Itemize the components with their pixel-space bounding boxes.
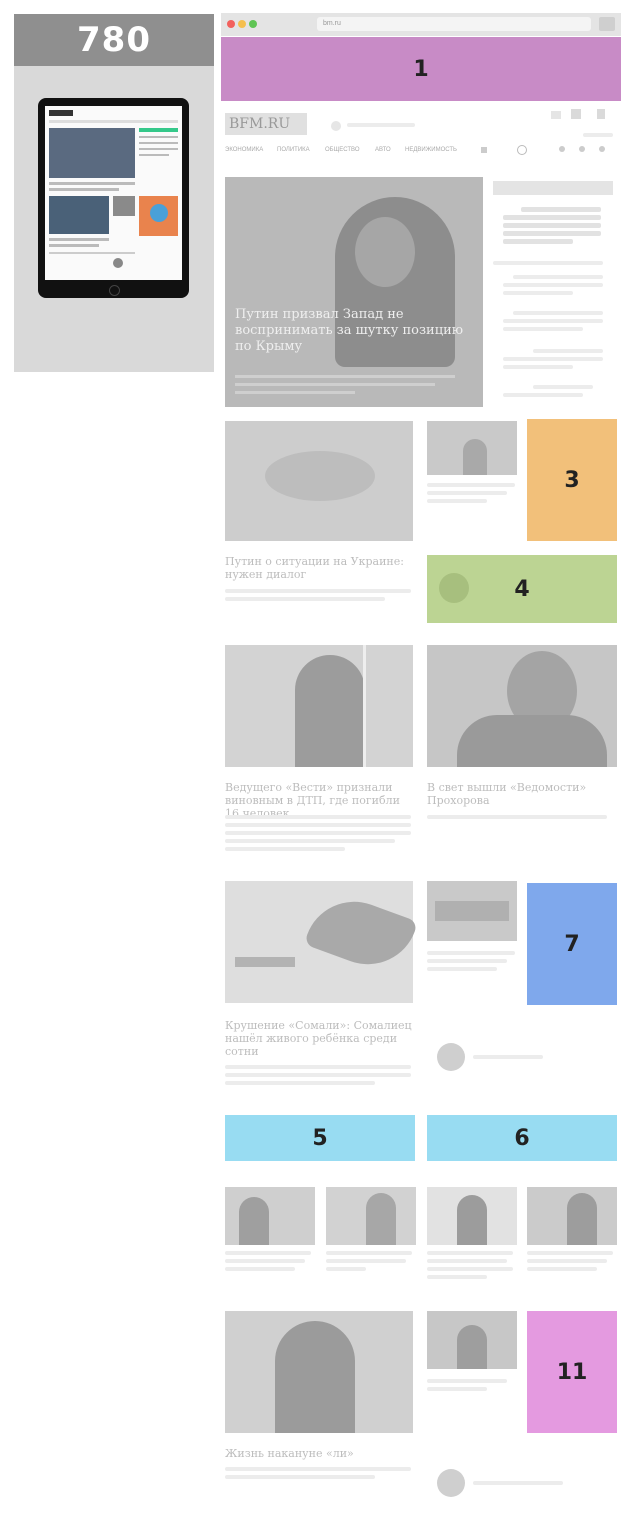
ad-slot-label: 5 — [312, 1125, 328, 1151]
article-image-4[interactable] — [427, 645, 617, 767]
zoom-window-button[interactable] — [249, 20, 257, 28]
article-title-6[interactable]: Жизнь накануне «ли» — [225, 1447, 413, 1460]
tablet-image-3 — [113, 196, 135, 216]
browser-window: bm.ru 1 BFM.RU ЭКОНОМИКА ПОЛИТИКА ОБЩЕСТ… — [221, 13, 621, 1519]
tablet-image-2 — [49, 196, 109, 234]
tablet-device — [38, 98, 189, 298]
breakpoint-width-label: 780 — [14, 14, 214, 66]
article-image-2[interactable] — [225, 421, 413, 541]
sidebar-header — [493, 181, 613, 195]
ad-slot-5[interactable]: 5 — [225, 1115, 415, 1161]
search-icon[interactable] — [517, 145, 527, 155]
author-avatar[interactable] — [437, 1043, 465, 1071]
main-nav: ЭКОНОМИКА ПОЛИТИКА ОБЩЕСТВО АВТО НЕДВИЖИ… — [225, 143, 617, 161]
search-box-icon[interactable] — [571, 109, 581, 119]
ad-slot-7[interactable]: 7 — [527, 883, 617, 1005]
article-image-5[interactable] — [225, 881, 419, 1003]
ad-slot-label: 1 — [413, 56, 429, 82]
nav-item-realty[interactable]: НЕДВИЖИМОСТЬ — [405, 147, 457, 153]
nav-item-politics[interactable]: ПОЛИТИКА — [277, 147, 310, 153]
tablet-nav — [49, 120, 178, 123]
twitter-icon[interactable] — [579, 146, 585, 152]
article-title-5[interactable]: Крушение «Сомали»: Сомалиец нашёл живого… — [225, 1019, 413, 1058]
article-image-2b[interactable] — [427, 421, 517, 475]
tablet-home-button — [109, 285, 120, 296]
article-image-6b[interactable] — [427, 1311, 517, 1369]
ad-slot-label: 6 — [514, 1125, 530, 1151]
tablet-logo — [49, 110, 73, 116]
ad-slot-6[interactable]: 6 — [427, 1115, 617, 1161]
browser-menu-button[interactable] — [599, 17, 615, 31]
nav-item-economy[interactable]: ЭКОНОМИКА — [225, 147, 263, 153]
ad-slot-1[interactable]: 1 — [221, 37, 621, 101]
hero-title[interactable]: Путин призвал Запад не воспринимать за ш… — [235, 307, 470, 355]
close-window-button[interactable] — [227, 20, 235, 28]
news-feed — [493, 199, 613, 409]
article-image-3[interactable] — [225, 645, 413, 767]
ad-slot-4[interactable]: 4 — [427, 555, 617, 623]
vk-icon[interactable] — [599, 146, 605, 152]
nav-item-society[interactable]: ОБЩЕСТВО — [325, 147, 360, 153]
ad-slot-label: 4 — [514, 576, 530, 602]
tablet-accent-bar — [139, 128, 178, 132]
breakpoint-panel: 780 — [14, 14, 214, 372]
hero-image[interactable]: Путин призвал Запад не воспринимать за ш… — [225, 177, 483, 407]
small-image-3[interactable] — [427, 1187, 517, 1245]
ad-slot-11[interactable]: 11 — [527, 1311, 617, 1433]
weather-icon — [331, 121, 341, 131]
author-avatar-2[interactable] — [437, 1469, 465, 1497]
article-image-6[interactable] — [225, 1311, 413, 1433]
nav-item-auto[interactable]: АВТО — [375, 147, 391, 153]
article-title-2[interactable]: Путин о ситуации на Украине: нужен диало… — [225, 555, 413, 581]
ad-slot-label: 11 — [556, 1359, 588, 1385]
tablet-hero-image — [49, 128, 135, 178]
facebook-icon[interactable] — [559, 146, 565, 152]
ad-slot-label: 3 — [564, 467, 580, 493]
ad-slot-label: 7 — [564, 931, 580, 957]
small-image-4[interactable] — [527, 1187, 617, 1245]
small-image-1[interactable] — [225, 1187, 315, 1245]
address-bar[interactable]: bm.ru — [317, 17, 591, 31]
user-icon[interactable] — [551, 111, 561, 119]
browser-toolbar: bm.ru — [221, 13, 621, 36]
site-logo[interactable]: BFM.RU — [225, 113, 307, 135]
ad-slot-3[interactable]: 3 — [527, 419, 617, 541]
small-image-2[interactable] — [326, 1187, 416, 1245]
article-image-5b[interactable] — [427, 881, 517, 941]
tablet-avatar — [113, 258, 123, 268]
tablet-screen — [45, 106, 182, 280]
minimize-window-button[interactable] — [238, 20, 246, 28]
more-icon[interactable] — [481, 147, 487, 153]
article-title-4[interactable]: В свет вышли «Ведомости» Прохорова — [427, 781, 617, 807]
menu-icon[interactable] — [597, 109, 605, 119]
